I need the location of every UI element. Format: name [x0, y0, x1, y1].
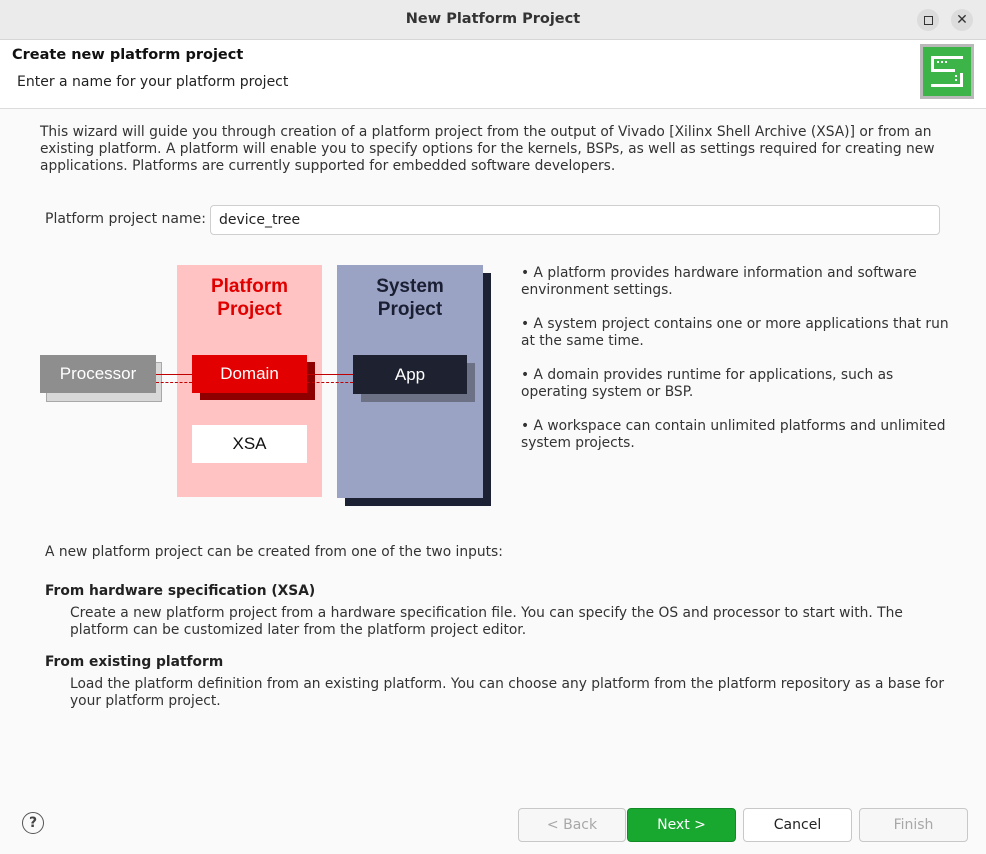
help-icon[interactable]: ?: [22, 812, 44, 834]
title-bar: New Platform Project ✕: [0, 0, 986, 40]
page-subtitle: Enter a name for your platform project: [17, 74, 289, 90]
window-title: New Platform Project: [405, 11, 581, 27]
back-button[interactable]: < Back: [518, 808, 626, 842]
existing-option-description: Load the platform definition from an exi…: [70, 676, 945, 709]
xsa-option-heading: From hardware specification (XSA): [45, 583, 316, 599]
inputs-intro: A new platform project can be created fr…: [45, 544, 503, 560]
platform-project-title: Platform Project: [210, 276, 289, 320]
platform-name-label: Platform project name:: [45, 211, 206, 227]
bullet-domain: • A domain provides runtime for applicat…: [521, 367, 894, 400]
cancel-button[interactable]: Cancel: [743, 808, 852, 842]
bullet-system-project: • A system project contains one or more …: [521, 316, 949, 349]
bullet-platform: • A platform provides hardware informati…: [521, 265, 917, 298]
wizard-content: This wizard will guide you through creat…: [0, 110, 986, 792]
platform-wizard-logo-icon: [920, 44, 974, 99]
platform-diagram: Platform Project System Project Processo…: [40, 265, 500, 510]
intro-text: This wizard will guide you through creat…: [40, 124, 935, 174]
finish-button[interactable]: Finish: [859, 808, 968, 842]
app-block: App: [353, 355, 467, 394]
connector-line: [156, 382, 192, 383]
info-bullets: • A platform provides hardware informati…: [521, 265, 961, 469]
button-bar: ? < Back Next > Cancel Finish: [0, 792, 986, 854]
xsa-block: XSA: [192, 425, 307, 463]
domain-block: Domain: [192, 355, 307, 393]
next-button[interactable]: Next >: [627, 808, 736, 842]
platform-name-input[interactable]: [210, 205, 940, 235]
connector-line: [307, 382, 353, 383]
existing-option-heading: From existing platform: [45, 654, 224, 670]
system-project-title: System Project: [376, 276, 444, 320]
close-icon[interactable]: ✕: [951, 9, 973, 31]
connector-line: [307, 374, 353, 375]
connector-line: [156, 374, 192, 375]
maximize-icon[interactable]: [917, 9, 939, 31]
processor-block: Processor: [40, 355, 156, 393]
bullet-workspace: • A workspace can contain unlimited plat…: [521, 418, 946, 451]
xsa-option-description: Create a new platform project from a har…: [70, 605, 903, 638]
page-title: Create new platform project: [12, 47, 244, 63]
wizard-header: Create new platform project Enter a name…: [0, 40, 986, 109]
